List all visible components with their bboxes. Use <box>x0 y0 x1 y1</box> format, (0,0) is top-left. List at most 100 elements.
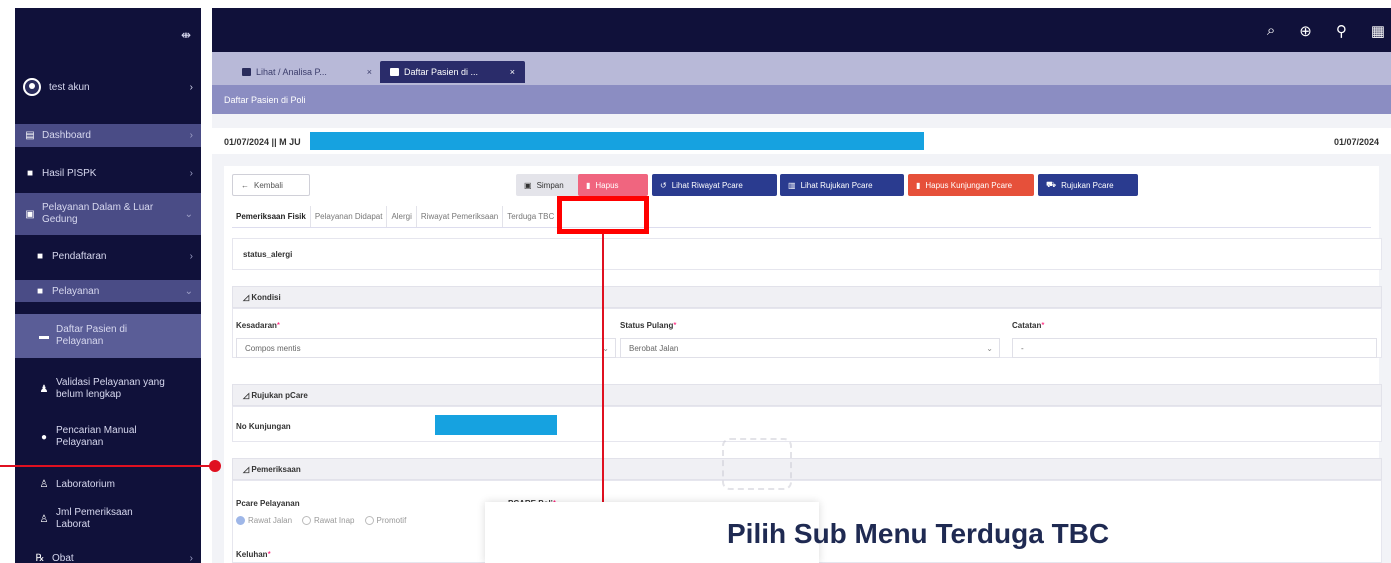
sidebar-item-dashboard[interactable]: ▤ Dashboard › <box>15 124 201 147</box>
subtab-pemeriksaan-fisik[interactable]: Pemeriksaan Fisik <box>232 206 311 227</box>
redacted-no-kunjungan <box>435 415 557 435</box>
status-pulang-select[interactable]: Berobat Jalan ⌄ <box>620 338 1000 358</box>
apps-grid-icon[interactable]: ▦ <box>1371 22 1385 40</box>
breadcrumb: Daftar Pasien di Poli <box>212 85 1391 114</box>
trash-icon: ▮ <box>916 180 921 190</box>
required-mark: * <box>673 321 677 330</box>
patient-date-right: 01/07/2024 <box>1333 137 1379 147</box>
status-pulang-label: Status Pulang* <box>620 321 676 330</box>
section-kondisi[interactable]: ◿ Kondisi <box>232 286 1382 308</box>
tab-icon <box>242 68 251 76</box>
label-text: Keluhan <box>236 550 268 559</box>
save-button[interactable]: ▣ Simpan <box>516 174 586 196</box>
sidebar-item-label: Pelayanan <box>52 285 100 297</box>
watermark-hands-icon <box>722 438 792 490</box>
tab-lihat-analisa[interactable]: Lihat / Analisa P... × <box>232 61 382 83</box>
rx-icon: ℞ <box>35 552 45 563</box>
save-label: Simpan <box>536 180 564 190</box>
back-button[interactable]: ← Kembali <box>232 174 310 196</box>
tab-label: Daftar Pasien di ... <box>404 67 479 77</box>
close-icon[interactable]: × <box>510 67 515 77</box>
label-line2: Laborat <box>56 519 90 530</box>
radio-rawat-jalan[interactable]: Rawat Jalan <box>236 516 292 525</box>
pcare-pelayanan-radio[interactable]: Rawat Jalan Rawat Inap Promotif <box>236 516 406 525</box>
subtab-terduga-tbc[interactable]: Terduga TBC <box>503 206 560 227</box>
radio-rawat-inap[interactable]: Rawat Inap <box>302 516 354 525</box>
tab-daftar-pasien[interactable]: Daftar Pasien di ... × <box>380 61 525 83</box>
kesadaran-select[interactable]: Compos mentis ⌄ <box>236 338 616 358</box>
sidebar-item-hasil-pispk[interactable]: ■ Hasil PISPK › <box>15 163 201 183</box>
referral-label: Lihat Rujukan Pcare <box>800 180 873 190</box>
sidebar-item-validasi[interactable]: ♟ Validasi Pelayanan yang belum lengkap <box>15 372 201 406</box>
required-mark: * <box>276 321 281 330</box>
chevron-right-icon: › <box>189 250 193 262</box>
service-icon: ■ <box>36 285 44 297</box>
select-value: Berobat Jalan <box>629 344 679 353</box>
label-text: Kesadaran <box>236 321 277 330</box>
pcare-pelayanan-label: Pcare Pelayanan <box>236 499 300 508</box>
delete-button[interactable]: ▮ Hapus <box>578 174 648 196</box>
label-line2: Pelayanan <box>56 336 104 347</box>
history-label: Lihat Riwayat Pcare <box>671 180 743 190</box>
globe-icon[interactable]: ⊕ <box>1299 22 1312 40</box>
sidebar-item-label: Daftar Pasien di Pelayanan <box>56 324 127 348</box>
sidebar-item-label: Laboratorium <box>56 478 115 490</box>
sidebar-item-pencarian[interactable]: ● Pencarian Manual Pelayanan <box>15 420 201 454</box>
tab-icon <box>390 68 399 76</box>
select-value: Compos mentis <box>245 344 301 353</box>
list-icon: ▬ <box>39 330 49 342</box>
sidebar-item-obat[interactable]: ℞ Obat › <box>15 548 201 563</box>
chevron-down-icon: ⌄ <box>184 285 193 297</box>
pointer-dot-left <box>209 460 221 472</box>
label-line1: Daftar Pasien di <box>56 324 128 335</box>
delete-visit-button[interactable]: ▮ Hapus Kunjungan Pcare <box>908 174 1034 196</box>
sidebar-item-jml-pemeriksaan[interactable]: ♙ Jml Pemeriksaan Laborat <box>15 502 201 536</box>
sidebar-item-label: Hasil PISPK <box>42 167 97 179</box>
sidebar-toggle-icon[interactable]: ⇼ <box>181 28 191 42</box>
delete-visit-label: Hapus Kunjungan Pcare <box>925 180 1013 190</box>
history-pcare-button[interactable]: ↺ Lihat Riwayat Pcare <box>652 174 777 196</box>
radio-promotif[interactable]: Promotif <box>365 516 407 525</box>
rujukan-body <box>232 406 1382 442</box>
sidebar-item-pelayanan-gedung[interactable]: ▣ Pelayanan Dalam & Luar Gedung ⌄ <box>15 193 201 235</box>
connection-icon[interactable]: ⚲ <box>1336 22 1347 40</box>
catatan-input[interactable]: - <box>1012 338 1377 358</box>
kesadaran-label: Kesadaran* <box>236 321 280 330</box>
sidebar-item-label: Pencarian Manual Pelayanan <box>56 425 137 449</box>
sidebar-item-pendaftaran[interactable]: ■ Pendaftaran › <box>15 245 201 267</box>
sidebar-item-label: Pelayanan Dalam & Luar Gedung <box>42 202 153 226</box>
sidebar-item-laboratorium[interactable]: ♙ Laboratorium <box>15 474 201 494</box>
sidebar: ⇼ test akun › ▤ Dashboard › ■ Hasil PISP… <box>15 8 201 563</box>
search-icon[interactable]: ⌕ <box>1267 22 1275 40</box>
dashboard-icon: ▤ <box>25 130 35 141</box>
tabs-bar: Lihat / Analisa P... × Daftar Pasien di … <box>212 52 1391 85</box>
delete-label: Hapus <box>595 180 619 190</box>
label-line1: Pelayanan Dalam & Luar <box>42 202 154 213</box>
label-line2: belum lengkap <box>56 389 122 400</box>
chevron-right-icon: › <box>189 167 193 179</box>
close-icon[interactable]: × <box>367 67 372 77</box>
subtab-pelayanan-didapat[interactable]: Pelayanan Didapat <box>311 206 388 227</box>
back-label: Kembali <box>254 180 283 190</box>
subtab-riwayat-pemeriksaan[interactable]: Riwayat Pemeriksaan <box>417 206 504 227</box>
subtab-alergi[interactable]: Alergi <box>387 206 417 227</box>
user-menu[interactable]: test akun › <box>23 78 193 96</box>
sidebar-item-pelayanan[interactable]: ■ Pelayanan ⌄ <box>15 280 201 302</box>
catatan-label: Catatan* <box>1012 321 1044 330</box>
section-title: Kondisi <box>251 293 281 302</box>
pointer-line <box>602 234 604 530</box>
required-mark: * <box>1041 321 1045 330</box>
sidebar-item-daftar-pasien[interactable]: ▬ Daftar Pasien di Pelayanan <box>15 314 201 358</box>
user-check-icon: ♟ <box>39 383 49 395</box>
sidebar-item-label: Dashboard <box>42 130 91 141</box>
label-line1: Jml Pemeriksaan <box>56 507 133 518</box>
status-alergi-box: status_alergi <box>232 238 1382 270</box>
label-line2: Gedung <box>42 214 78 225</box>
section-pemeriksaan[interactable]: ◿ Pemeriksaan <box>232 458 1382 480</box>
id-card-icon: ▥ <box>788 180 796 190</box>
section-title: Pemeriksaan <box>251 465 301 474</box>
label-line2: Pelayanan <box>56 437 104 448</box>
referral-pcare-button[interactable]: ⛟ Rujukan Pcare <box>1038 174 1138 196</box>
view-referral-button[interactable]: ▥ Lihat Rujukan Pcare <box>780 174 904 196</box>
section-rujukan[interactable]: ◿ Rujukan pCare <box>232 384 1382 406</box>
